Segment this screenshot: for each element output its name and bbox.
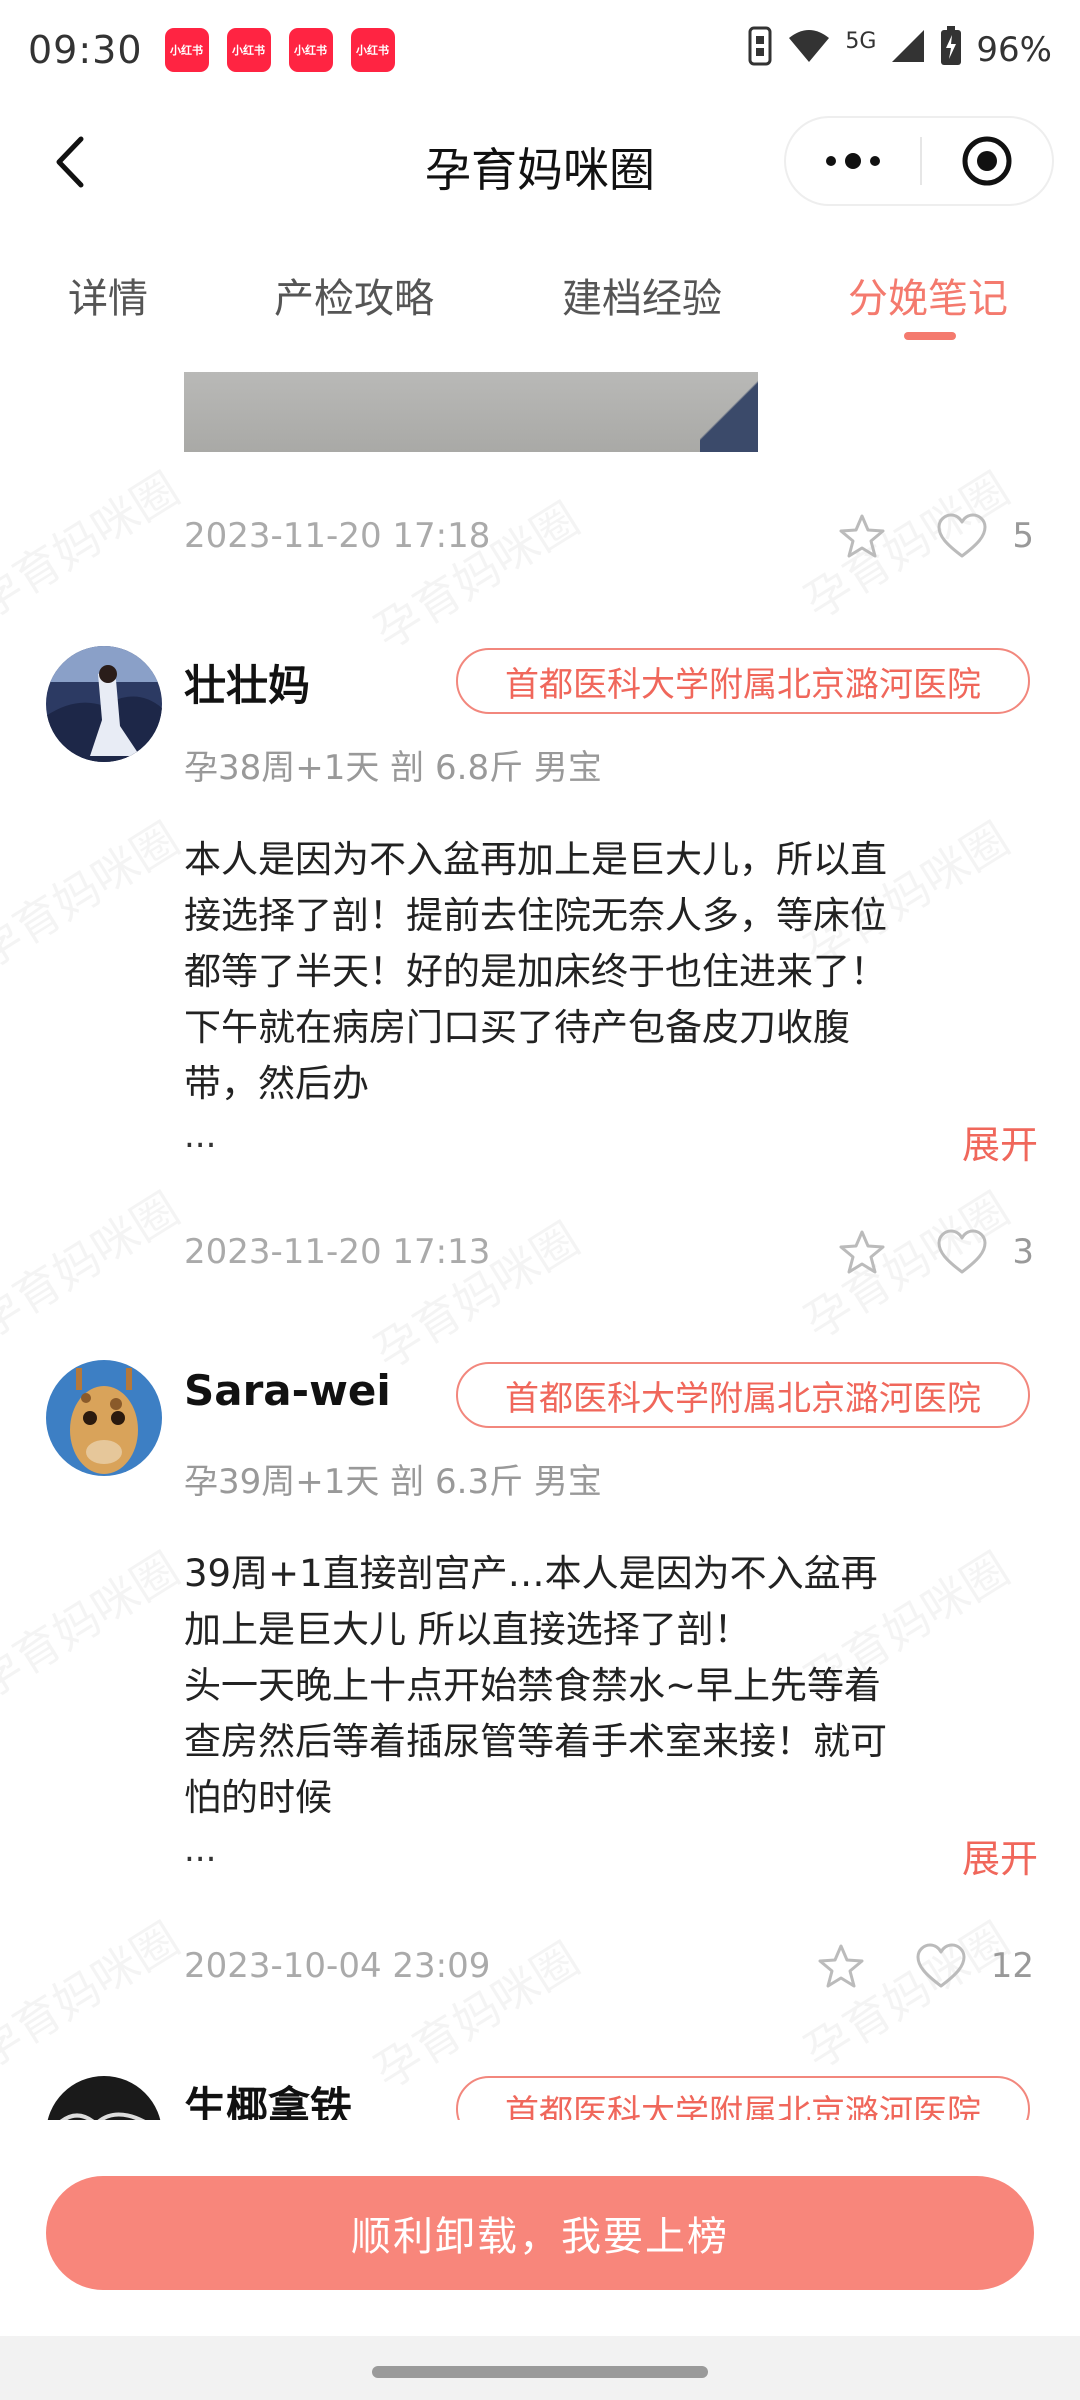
xiaohongshu-notification-icon: 小红书 xyxy=(350,28,395,72)
tab-filing-experience[interactable]: 建档经验 xyxy=(562,266,722,324)
target-icon xyxy=(962,136,1012,186)
post-actions: 3 xyxy=(838,1228,1034,1276)
expand-button[interactable]: 展开 xyxy=(962,1828,1038,1883)
watermark: 孕育妈咪圈 xyxy=(0,1904,190,2082)
notes-feed[interactable]: 孕育妈咪圈 孕育妈咪圈 孕育妈咪圈 孕育妈咪圈 孕育妈咪圈 孕育妈咪圈 孕育妈咪… xyxy=(0,360,1080,2120)
status-time: 09:30 xyxy=(28,28,143,72)
post-text-line: 带，然后办 xyxy=(184,1062,369,1105)
post-text-line: 查房然后等着插尿管等着手术室来接！就可 xyxy=(184,1720,887,1763)
post-date: 2023-10-04 23:09 xyxy=(184,1946,491,1986)
heart-icon[interactable] xyxy=(936,1228,988,1276)
post-date: 2023-11-20 17:18 xyxy=(184,516,491,556)
wifi-icon xyxy=(787,28,831,73)
tab-details[interactable]: 详情 xyxy=(68,266,148,324)
notification-icons: 小红书 小红书 小红书 小红书 xyxy=(164,28,395,72)
like-count: 12 xyxy=(990,1946,1034,1986)
battery-level: 96% xyxy=(976,30,1052,70)
pregnancy-info: 孕38周+1天 剖 6.8斤 男宝 xyxy=(184,748,602,788)
post-meta-row: 2023-11-20 17:13 3 xyxy=(184,1222,1034,1282)
post-actions: 5 xyxy=(838,512,1034,560)
star-icon[interactable] xyxy=(838,512,886,560)
system-status: 5G 96% xyxy=(747,25,1052,75)
hospital-tag[interactable]: 首都医科大学附属北京潞河医院 xyxy=(456,2076,1030,2120)
username[interactable]: 生椰拿铁 xyxy=(184,2074,352,2120)
post-photo[interactable] xyxy=(184,372,758,452)
system-navigation-bar xyxy=(0,2336,1080,2400)
username[interactable]: Sara-wei xyxy=(184,1366,391,1415)
like-count: 3 xyxy=(1012,1232,1034,1272)
post-text-line: 都等了半天！好的是加床终于也住进来了！ xyxy=(184,950,887,993)
post-text-line: 怕的时候 xyxy=(184,1776,332,1819)
hospital-tag[interactable]: 首都医科大学附属北京潞河医院 xyxy=(456,1362,1030,1428)
post-text-line: 接选择了剖！提前去住院无奈人多，等床位 xyxy=(184,894,887,937)
status-bar: 09:30 小红书 小红书 小红书 小红书 5G 96% xyxy=(0,0,1080,100)
username[interactable]: 壮壮妈 xyxy=(184,652,310,713)
avatar[interactable] xyxy=(46,1360,162,1476)
like-count: 5 xyxy=(1012,516,1034,556)
watermark: 孕育妈咪圈 xyxy=(0,1534,190,1712)
star-icon[interactable] xyxy=(838,1228,886,1276)
vibrate-icon xyxy=(747,26,773,75)
heart-icon[interactable] xyxy=(915,1942,967,1990)
header-bar: 孕育妈咪圈 xyxy=(0,100,1080,224)
active-tab-indicator xyxy=(904,332,956,340)
post-text-line: 下午就在病房门口买了待产包备皮刀收腹 xyxy=(184,1006,850,1049)
more-button[interactable] xyxy=(786,118,920,204)
battery-charging-icon xyxy=(940,25,962,75)
watermark: 孕育妈咪圈 xyxy=(0,804,190,982)
join-ranking-button[interactable]: 顺利卸载，我要上榜 xyxy=(46,2176,1034,2290)
post-date: 2023-11-20 17:13 xyxy=(184,1232,491,1272)
post-text-line: 本人是因为不入盆再加上是巨大儿，所以直 xyxy=(184,838,887,881)
post-actions: 12 xyxy=(817,1942,1034,1990)
post-body[interactable]: 本人是因为不入盆再加上是巨大儿，所以直 接选择了剖！提前去住院无奈人多，等床位 … xyxy=(184,832,944,1112)
post-text-line: 39周+1直接剖宫产…本人是因为不入盆再 xyxy=(184,1552,878,1595)
xiaohongshu-notification-icon: 小红书 xyxy=(164,28,209,72)
photo-edge xyxy=(700,372,758,452)
xiaohongshu-notification-icon: 小红书 xyxy=(226,28,271,72)
avatar[interactable] xyxy=(46,2076,162,2120)
watermark: 孕育妈咪圈 xyxy=(0,454,190,632)
post-meta-row: 2023-11-20 17:18 5 xyxy=(184,506,1034,566)
tab-prenatal-guide[interactable]: 产检攻略 xyxy=(274,266,434,324)
heart-icon[interactable] xyxy=(936,512,988,560)
post-text-line: 加上是巨大儿 所以直接选择了剖！ xyxy=(184,1608,751,1651)
mini-program-capsule xyxy=(784,116,1054,206)
post-text-line: 头一天晚上十点开始禁食禁水~早上先等着 xyxy=(184,1664,882,1707)
post-ellipsis: ... xyxy=(184,1830,217,1870)
expand-button[interactable]: 展开 xyxy=(962,1114,1038,1169)
xiaohongshu-notification-icon: 小红书 xyxy=(288,28,333,72)
post-meta-row: 2023-10-04 23:09 12 xyxy=(184,1936,1034,1996)
more-dots-icon xyxy=(826,153,880,169)
home-indicator[interactable] xyxy=(372,2366,708,2378)
post-ellipsis: ... xyxy=(184,1116,217,1156)
pregnancy-info: 孕39周+1天 剖 6.3斤 男宝 xyxy=(184,1462,602,1502)
hospital-tag[interactable]: 首都医科大学附属北京潞河医院 xyxy=(456,648,1030,714)
tab-delivery-notes[interactable]: 分娩笔记 xyxy=(848,266,1008,324)
close-mini-program-button[interactable] xyxy=(922,118,1052,204)
signal-icon xyxy=(890,28,926,73)
network-type: 5G xyxy=(845,28,877,54)
post-body[interactable]: 39周+1直接剖宫产…本人是因为不入盆再 加上是巨大儿 所以直接选择了剖！ 头一… xyxy=(184,1546,944,1826)
star-icon[interactable] xyxy=(817,1942,865,1990)
tab-bar: 详情 产检攻略 建档经验 分娩笔记 xyxy=(0,240,1080,350)
avatar[interactable] xyxy=(46,646,162,762)
watermark: 孕育妈咪圈 xyxy=(0,1174,190,1352)
